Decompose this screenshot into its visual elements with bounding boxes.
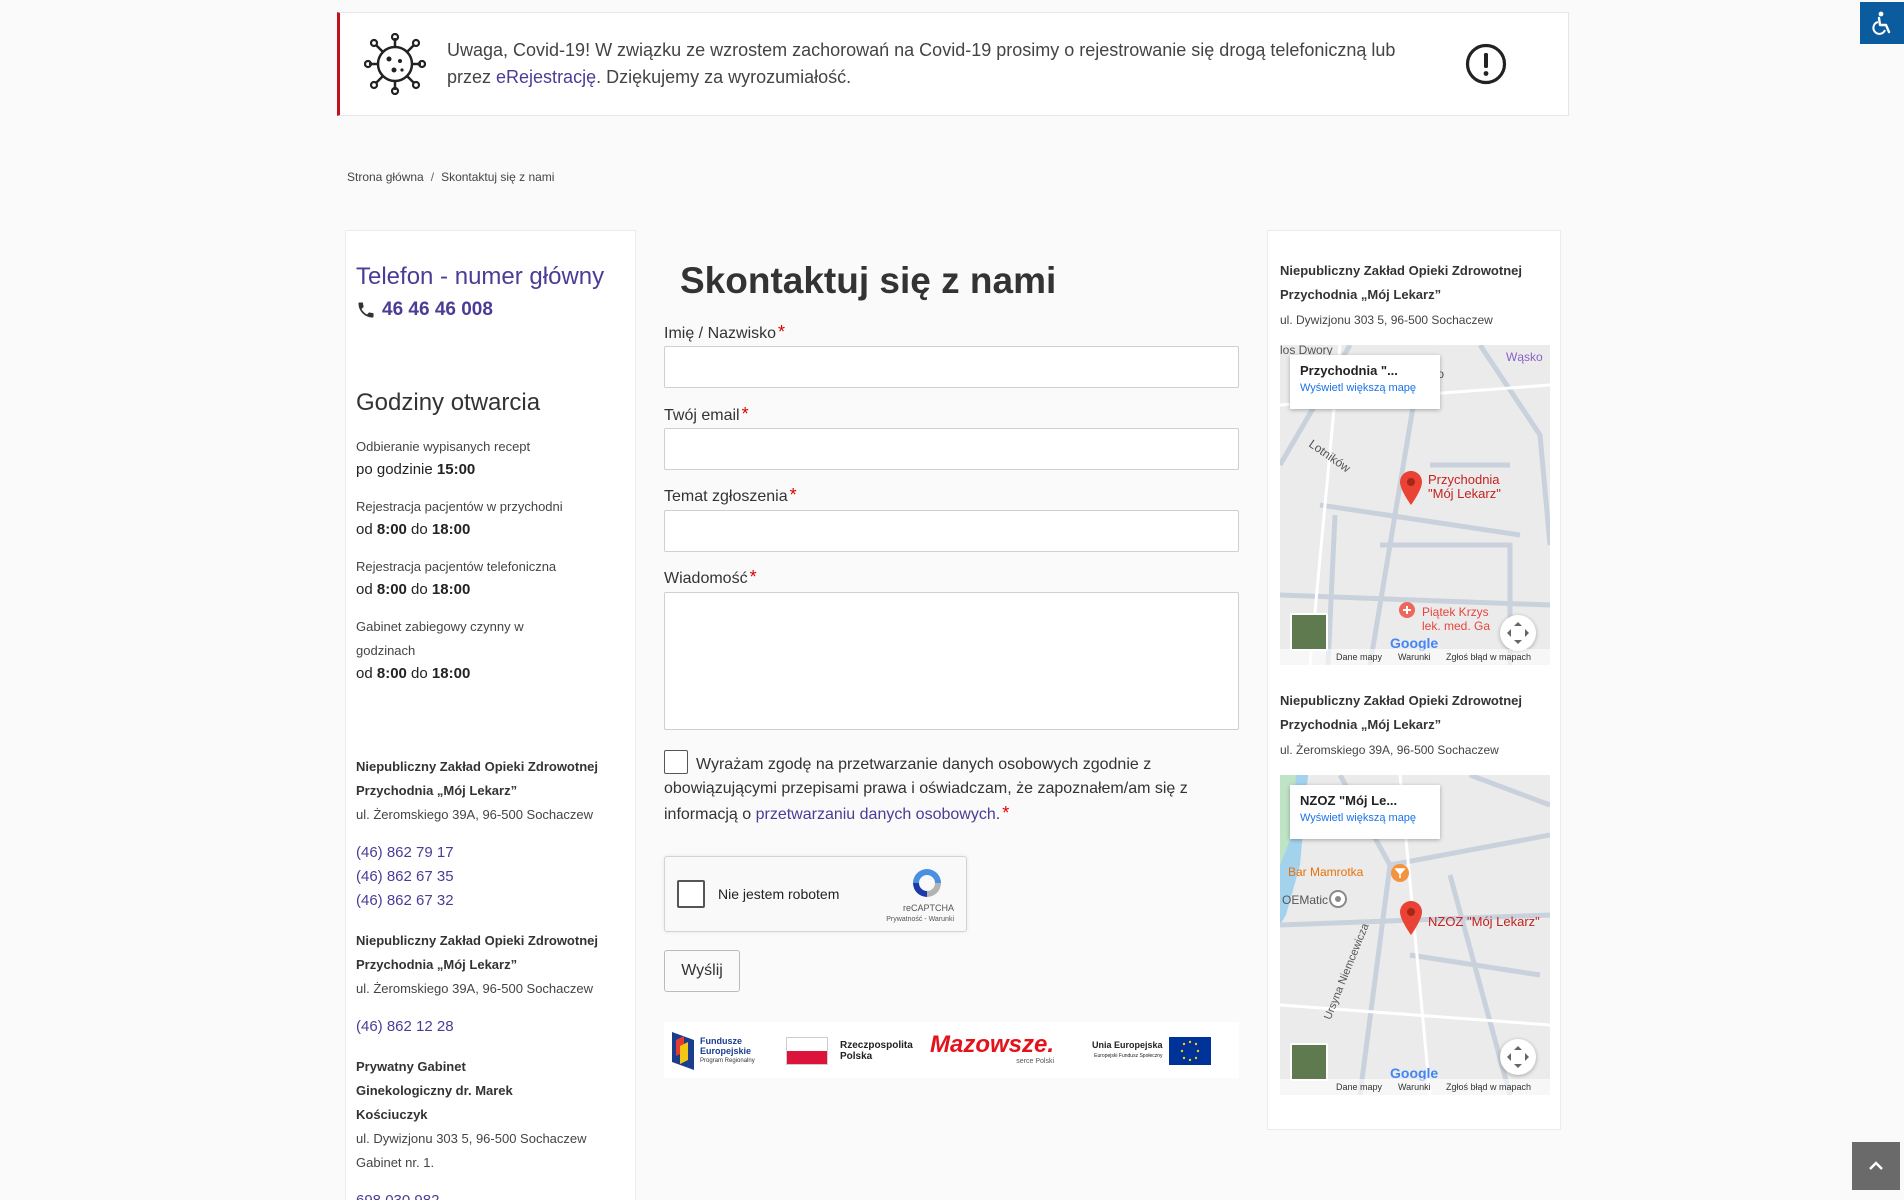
recaptcha-icon xyxy=(913,869,941,897)
oematic-label: OEMatic xyxy=(1282,893,1329,907)
submit-button[interactable]: Wyślij xyxy=(664,950,740,992)
name-label: Imię / Nazwisko * xyxy=(664,322,786,342)
map-footer: Dane mapy Warunki Zgłoś błąd w mapach xyxy=(1280,1079,1550,1095)
chevron-up-icon xyxy=(1869,1161,1883,1170)
location-address: ul. Żeromskiego 39A, 96-500 Sochaczew xyxy=(1280,743,1499,757)
bar-label: Bar Mamrotka xyxy=(1288,865,1364,879)
map-pin-label: NZOZ "Mój Lekarz" xyxy=(1428,914,1540,929)
poi-label: Piątek Krzys lek. med. Ga xyxy=(1422,605,1491,633)
message-field[interactable] xyxy=(664,592,1239,730)
breadcrumb-home[interactable]: Strona główna xyxy=(347,170,424,184)
medical-poi-icon xyxy=(1399,602,1415,618)
subject-label: Temat zgłoszenia * xyxy=(664,485,797,505)
fe-logo: Fundusze Europejskie Program Regionalny xyxy=(672,1032,755,1070)
phone-icon xyxy=(358,302,374,318)
map-report-link[interactable]: Zgłoś błąd w mapach xyxy=(1446,652,1531,662)
left-sidebar: Telefon - numer główny 46 46 46 008 Godz… xyxy=(345,230,636,1200)
map-embed-1[interactable]: los Dwory olskiego Wąsko Lotników Przych… xyxy=(1280,345,1550,665)
contact-card: Prywatny Gabinet Ginekologiczny dr. Mare… xyxy=(356,1055,626,1200)
contact-phone-link[interactable]: (46) 862 12 28 xyxy=(356,1015,626,1039)
exclamation-icon xyxy=(1465,43,1507,85)
map-data-link[interactable]: Dane mapy xyxy=(1336,1082,1382,1092)
location-address: ul. Dywizjonu 303 5, 96-500 Sochaczew xyxy=(1280,313,1493,327)
location-name: Niepubliczny Zakład Opieki Zdrowotnej Pr… xyxy=(1280,693,1522,732)
eu-flag-icon xyxy=(1168,1037,1211,1065)
page-title: Skontaktuj się z nami xyxy=(680,260,1057,301)
fullscreen-button[interactable] xyxy=(1500,615,1536,651)
scroll-to-top-button[interactable] xyxy=(1852,1142,1900,1190)
map-report-link[interactable]: Zgłoś błąd w mapach xyxy=(1446,1082,1531,1092)
recaptcha-terms[interactable]: Prywatność - Warunki xyxy=(886,916,954,923)
poland-flag-logo: Rzeczpospolita Polska xyxy=(786,1032,913,1070)
map-pin-label: Przychodnia "Mój Lekarz" xyxy=(1428,472,1501,501)
map-embed-2[interactable]: NZOZ "Mój Le... Wyświetl większą mapę Ba… xyxy=(1280,775,1550,1095)
phone-title: Telefon - numer główny xyxy=(356,263,605,290)
right-sidebar: Niepubliczny Zakład Opieki Zdrowotnej Pr… xyxy=(1267,230,1561,1130)
covid-alert-text: Uwaga, Covid-19! W związku ze wzrostem z… xyxy=(447,40,1396,87)
consent-text: Wyrażam zgodę na przetwarzanie danych os… xyxy=(664,750,1239,827)
hours-title: Godziny otwarcia xyxy=(356,389,541,416)
map-footer: Dane mapy Warunki Zgłoś błąd w mapach xyxy=(1280,649,1550,665)
name-field[interactable] xyxy=(664,346,1239,388)
consent-checkbox[interactable] xyxy=(664,750,688,774)
view-larger-map-link[interactable]: Wyświetl większą mapę xyxy=(1300,812,1430,824)
covid-alert: Uwaga, Covid-19! W związku ze wzrostem z… xyxy=(337,12,1569,116)
hours-item: Rejestracja pacjentów w przychodni od 8:… xyxy=(356,499,563,538)
virus-icon xyxy=(364,33,426,95)
fullscreen-icon xyxy=(1507,1046,1529,1068)
fe-logo-icon xyxy=(672,1032,694,1070)
subject-field[interactable] xyxy=(664,510,1239,552)
main-phone[interactable]: 46 46 46 008 xyxy=(356,299,493,321)
hours-item: Gabinet zabiegowy czynny w godzinach od … xyxy=(356,619,524,682)
map-data-link[interactable]: Dane mapy xyxy=(1336,652,1382,662)
privacy-link[interactable]: przetwarzaniu danych osobowych xyxy=(756,806,996,823)
mazowsze-logo: Mazowsze. serce Polski xyxy=(930,1031,1055,1066)
hours-item: Rejestracja pacjentów telefoniczna od 8:… xyxy=(356,559,557,598)
accessibility-button[interactable] xyxy=(1860,2,1904,44)
poland-flag-icon xyxy=(786,1037,828,1065)
contact-phone-link[interactable]: (46) 862 67 35 xyxy=(356,865,626,889)
hours-item: Odbieranie wypisanych recept po godzinie… xyxy=(356,439,531,478)
breadcrumb-current: Skontaktuj się z nami xyxy=(441,170,555,184)
map-info-card: Przychodnia "... Wyświetl większą mapę xyxy=(1290,355,1440,409)
breadcrumb: Strona główna / Skontaktuj się z nami xyxy=(347,170,555,184)
email-label: Twój email * xyxy=(664,404,749,424)
contact-phone-link[interactable]: 698 030 982 xyxy=(356,1189,626,1200)
opening-hours: Odbieranie wypisanych recept po godzinie… xyxy=(356,435,616,699)
wheelchair-icon xyxy=(1872,11,1891,35)
email-field[interactable] xyxy=(664,428,1239,470)
recaptcha-checkbox[interactable] xyxy=(677,880,705,908)
fullscreen-button[interactable] xyxy=(1500,1039,1536,1075)
contacts-list: Niepubliczny Zakład Opieki Zdrowotnej Pr… xyxy=(356,755,626,1200)
eregistration-link[interactable]: eRejestrację xyxy=(496,67,596,87)
location-name: Niepubliczny Zakład Opieki Zdrowotnej Pr… xyxy=(1280,263,1522,302)
recaptcha-label: Nie jestem robotem xyxy=(718,886,840,902)
view-larger-map-link[interactable]: Wyświetl większą mapę xyxy=(1300,382,1430,394)
satellite-toggle[interactable] xyxy=(1290,1043,1328,1081)
map-pin-icon xyxy=(1400,901,1422,935)
map-terms-link[interactable]: Warunki xyxy=(1398,652,1431,662)
eu-funding-logos: Fundusze Europejskie Program Regionalny Rz… xyxy=(664,1022,1239,1078)
contact-phone-link[interactable]: (46) 862 79 17 xyxy=(356,841,626,865)
fullscreen-icon xyxy=(1507,622,1529,644)
map-info-card: NZOZ "Mój Le... Wyświetl większą mapę xyxy=(1290,785,1440,839)
map-terms-link[interactable]: Warunki xyxy=(1398,1082,1431,1092)
map-pin-icon xyxy=(1400,471,1422,505)
eu-logo: Unia Europejska Europejski Fundusz Społec… xyxy=(1092,1032,1211,1070)
message-label: Wiadomość * xyxy=(664,567,757,587)
contact-phone-link[interactable]: (46) 862 67 32 xyxy=(356,889,626,913)
satellite-toggle[interactable] xyxy=(1290,613,1328,651)
contact-card: Niepubliczny Zakład Opieki Zdrowotnej Pr… xyxy=(356,929,626,1039)
contact-card: Niepubliczny Zakład Opieki Zdrowotnej Pr… xyxy=(356,755,626,913)
bar-poi-icon xyxy=(1391,864,1409,882)
recaptcha-widget: Nie jestem robotem reCAPTCHA Prywatność … xyxy=(664,856,967,932)
place-poi-icon xyxy=(1329,890,1347,908)
